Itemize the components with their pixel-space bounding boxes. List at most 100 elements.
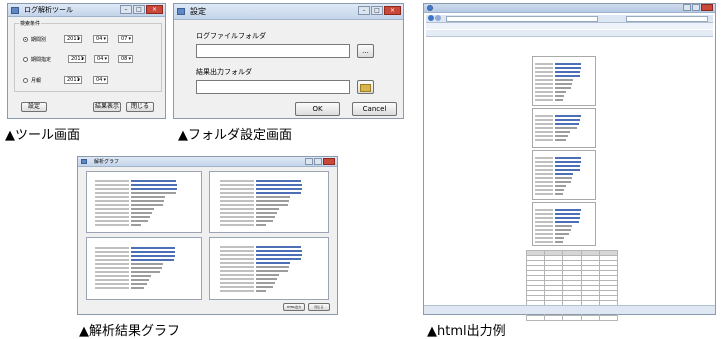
chart-bar-label [95,212,129,214]
chart-bar-label [535,229,553,231]
day-select[interactable]: 07 [118,35,133,43]
chart-bar [256,270,288,272]
chart-bar [256,278,277,280]
chart-bar-label [535,177,553,179]
back-icon[interactable] [428,15,434,21]
address-bar[interactable] [426,15,713,23]
maximize-icon[interactable]: □ [133,5,145,14]
radio-range[interactable] [23,57,28,62]
monthly-month-select[interactable]: 04 [93,76,108,84]
browser-titlebar[interactable] [424,4,715,13]
monthly-year-select[interactable]: 2011 [64,76,82,84]
chart-bar [555,189,564,191]
chart-bar [555,173,573,175]
close-icon[interactable]: × [384,6,401,15]
chart-bar-label [95,275,129,277]
minimize-icon[interactable]: – [120,5,132,14]
chart-bar [256,274,279,276]
chart-bar [555,161,581,163]
chart-bar [555,79,573,81]
minimize-icon[interactable]: – [358,6,370,15]
close-button[interactable]: 閉じる [126,102,154,112]
minimize-icon[interactable] [683,4,691,11]
chart-bar-label [535,79,553,81]
chart-bar [131,184,177,186]
minimize-icon[interactable] [305,158,313,165]
chart-bar [131,224,141,226]
graph-window-titlebar[interactable]: 解析グラフ [78,157,337,167]
chart-bar-label [535,173,553,175]
settings-button[interactable]: 設定 [21,102,47,112]
maximize-icon[interactable] [692,4,700,11]
show-results-button[interactable]: 結果表示 [93,102,121,112]
html-output-button[interactable]: HTML出力 [283,303,305,311]
chart-bar-label [220,274,254,276]
chart-bar-label [95,200,129,202]
maximize-icon[interactable] [314,158,322,165]
chart-bar [555,87,571,89]
close-icon[interactable] [323,158,335,165]
tool-window: ログ解析ツール – □ × 検索条件 期間別 2011 04 07 期間指定 2… [7,3,166,119]
log-folder-label: ログファイルフォルダ [196,32,266,40]
chart-bar [131,267,162,269]
chart-bar-label [95,263,129,265]
result-folder-browse-button[interactable] [357,80,374,94]
folder-window-title: 設定 [190,7,206,16]
chart-bar [131,192,176,194]
radio-monthly[interactable] [23,78,28,83]
chart-bar [256,286,273,288]
chart-bar [256,204,288,206]
log-folder-input[interactable] [196,44,350,58]
chart-bar-label [535,131,553,133]
year-select[interactable]: 2011 [64,35,82,43]
chart-bar [555,63,581,65]
chart-bar-label [95,180,129,182]
chart-bar [131,287,144,289]
chart-bar-label [535,165,553,167]
chart-bar [555,139,566,141]
maximize-icon[interactable]: □ [371,6,383,15]
graph-close-button[interactable]: 閉じる [308,303,330,311]
chart-bar [555,119,580,121]
log-folder-browse-button[interactable]: ... [357,44,374,58]
chart-bar-label [95,188,129,190]
chart-bar [555,123,579,125]
from-month-select[interactable]: 04 [94,55,109,63]
chart-bar-label [95,216,129,218]
url-field[interactable] [446,16,598,22]
chart-bar [555,225,572,227]
from-day-select[interactable]: 08 [118,55,133,63]
chart-bar-label [220,212,254,214]
chart-bar-label [220,196,254,198]
graph-panel-2 [209,171,329,233]
chart-bar-label [95,283,129,285]
forward-icon[interactable] [435,15,441,21]
cancel-button[interactable]: Cancel [352,102,397,116]
close-icon[interactable]: × [146,5,163,14]
chart-bar [256,188,302,190]
radio-period[interactable] [23,37,28,42]
html-chart-1 [532,56,596,106]
chart-bar [555,131,570,133]
month-select[interactable]: 04 [93,35,108,43]
result-folder-input[interactable] [196,80,350,94]
search-field[interactable] [626,16,708,22]
chart-bar [131,188,177,190]
ok-button[interactable]: OK [295,102,340,116]
chart-bar-label [95,204,129,206]
folder-window: 設定 – □ × ログファイルフォルダ ... 結果出力フォルダ OK Canc… [173,3,404,119]
chart-bar [555,237,564,239]
close-icon[interactable] [701,4,713,11]
chart-bar [131,204,163,206]
chart-bar [555,67,581,69]
table-cell [580,315,600,321]
from-year-select[interactable]: 2011 [68,55,86,63]
chart-bar [256,250,302,252]
tool-window-titlebar[interactable]: ログ解析ツール – □ × [8,4,165,17]
chart-bar [256,196,290,198]
folder-window-titlebar[interactable]: 設定 – □ × [174,4,403,20]
chart-bar-label [220,270,254,272]
chart-bar [256,254,302,256]
table-cell [525,315,546,321]
chart-bar [555,185,566,187]
